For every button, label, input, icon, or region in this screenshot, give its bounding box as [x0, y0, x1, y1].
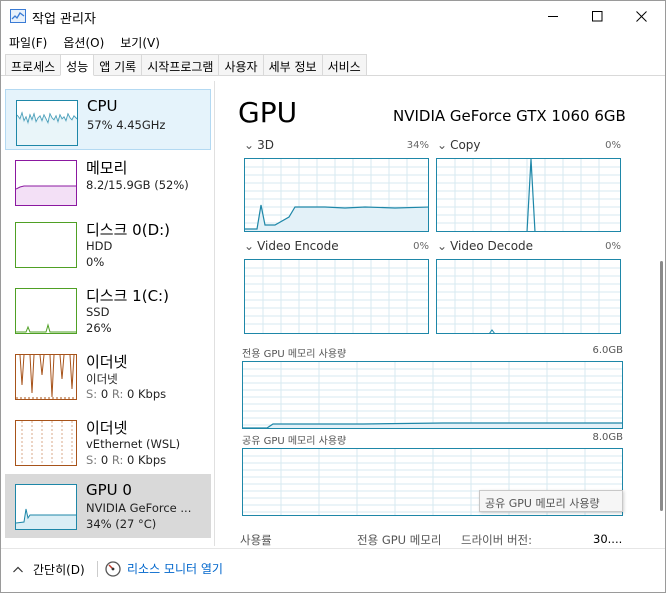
gpu0-usage: 34% (27 °C)	[86, 517, 157, 531]
maximize-icon	[591, 10, 602, 21]
engine-3d-pct: 34%	[406, 140, 429, 151]
resource-monitor-icon	[105, 560, 121, 577]
window-title: 작업 관리자	[32, 12, 96, 27]
sidebar-item-memory[interactable]: 메모리 8.2/15.9GB (52%)	[5, 150, 211, 211]
tab-bar: 프로세스 성능 앱 기록 시작프로그램 사용자 세부 정보 서비스	[1, 54, 665, 76]
chevron-up-icon	[13, 566, 23, 573]
engine-video-decode-pct: 0%	[605, 241, 621, 252]
vethernet-label: 이더넷	[86, 419, 128, 437]
tab-users[interactable]: 사용자	[218, 54, 264, 75]
title-bar[interactable]: 작업 관리자	[1, 1, 665, 31]
engine-video-encode-graph	[244, 259, 429, 334]
disk1-thumbnail-graph	[15, 288, 77, 334]
ethernet-thumbnail-graph	[15, 354, 77, 400]
menu-options[interactable]: 옵션(O)	[55, 31, 112, 53]
fewer-details-button[interactable]: 간단히(D)	[13, 561, 85, 578]
engine-3d-selector[interactable]: ⌄ 3D	[244, 138, 274, 152]
menu-file[interactable]: 파일(F)	[1, 31, 55, 53]
sidebar-item-ethernet[interactable]: 이더넷 이더넷 S: 0 R: 0 Kbps	[5, 344, 211, 405]
dedicated-memory-max: 6.0GB	[592, 345, 623, 356]
stat-dedicated-memory-label: 전용 GPU 메모리	[357, 533, 442, 547]
footer-separator	[97, 561, 98, 577]
disk1-usage: 26%	[86, 321, 112, 335]
memory-label: 메모리	[86, 159, 128, 177]
detail-scrollbar[interactable]	[658, 81, 664, 546]
menu-view[interactable]: 보기(V)	[112, 31, 168, 53]
minimize-button[interactable]	[531, 1, 575, 31]
vethernet-thumbnail-graph	[15, 420, 77, 466]
disk1-type: SSD	[86, 305, 110, 319]
sidebar-item-disk0[interactable]: 디스크 0(D:) HDD 0%	[5, 212, 211, 273]
engine-3d-graph	[244, 158, 429, 232]
dedicated-memory-graph	[242, 361, 623, 429]
ethernet-adapter-name: 이더넷	[86, 372, 118, 386]
memory-usage-value: 8.2/15.9GB (52%)	[86, 178, 189, 192]
disk1-label: 디스크 1(C:)	[86, 287, 169, 305]
scrollbar-thumb[interactable]	[660, 261, 663, 511]
engine-video-encode-pct: 0%	[413, 241, 429, 252]
sidebar-item-vethernet[interactable]: 이더넷 vEthernet (WSL) S: 0 R: 0 Kbps	[5, 410, 211, 471]
footer-bar: 간단히(D) 리소스 모니터 열기	[1, 548, 665, 592]
tab-processes[interactable]: 프로세스	[5, 54, 62, 75]
gpu0-thumbnail-graph	[15, 484, 77, 530]
sidebar-item-gpu0[interactable]: GPU 0 NVIDIA GeForce ... 34% (27 °C)	[5, 474, 211, 538]
disk0-usage: 0%	[86, 255, 105, 269]
vethernet-adapter-name: vEthernet (WSL)	[86, 437, 181, 451]
ethernet-label: 이더넷	[86, 353, 128, 371]
ethernet-throughput: S: 0 R: 0 Kbps	[86, 387, 167, 401]
engine-video-encode-selector[interactable]: ⌄ Video Encode	[244, 239, 339, 253]
sidebar-item-cpu[interactable]: CPU 57% 4.45GHz	[5, 89, 211, 150]
disk0-label: 디스크 0(D:)	[86, 221, 171, 239]
sidebar-divider	[214, 81, 215, 546]
maximize-button[interactable]	[575, 1, 619, 31]
detail-title: GPU	[238, 96, 298, 129]
stat-utilization-label: 사용률	[240, 533, 272, 547]
fewer-details-label: 간단히(D)	[33, 563, 85, 577]
task-manager-app-icon	[10, 9, 26, 23]
stat-driver-version-value: 30....	[593, 532, 623, 546]
dedicated-memory-label: 전용 GPU 메모리 사용량	[242, 349, 347, 360]
stat-driver-version-label: 드라이버 버전:	[461, 533, 533, 547]
engine-copy-selector[interactable]: ⌄ Copy	[437, 138, 481, 152]
open-resource-monitor-link[interactable]: 리소스 모니터 열기	[105, 560, 223, 577]
performance-sidebar: CPU 57% 4.45GHz 메모리 8.2/15.9GB (52%) 디스크…	[1, 81, 214, 546]
tab-startup[interactable]: 시작프로그램	[141, 54, 220, 75]
detail-gpu-model: NVIDIA GeForce GTX 1060 6GB	[393, 107, 626, 125]
shared-memory-max: 8.0GB	[592, 432, 623, 443]
close-button[interactable]	[619, 1, 663, 31]
close-icon	[635, 10, 647, 22]
gpu0-label: GPU 0	[86, 481, 132, 499]
chevron-down-icon: ⌄	[244, 138, 255, 152]
open-resource-monitor-label: 리소스 모니터 열기	[127, 562, 223, 576]
vethernet-throughput: S: 0 R: 0 Kbps	[86, 453, 167, 467]
cpu-usage-value: 57% 4.45GHz	[87, 118, 166, 132]
tab-app-history[interactable]: 앱 기록	[93, 54, 143, 75]
memory-thumbnail-graph	[15, 160, 77, 206]
disk0-thumbnail-graph	[15, 222, 77, 268]
chevron-down-icon: ⌄	[437, 239, 448, 253]
cpu-label: CPU	[87, 97, 118, 115]
chevron-down-icon: ⌄	[244, 239, 255, 253]
engine-video-decode-graph	[436, 259, 621, 334]
tab-services[interactable]: 서비스	[321, 54, 367, 75]
disk0-type: HDD	[86, 239, 113, 253]
sidebar-item-disk1[interactable]: 디스크 1(C:) SSD 26%	[5, 278, 211, 339]
engine-video-decode-selector[interactable]: ⌄ Video Decode	[437, 239, 533, 253]
tab-details[interactable]: 세부 정보	[262, 54, 323, 75]
chevron-down-icon: ⌄	[437, 138, 448, 152]
engine-copy-pct: 0%	[605, 140, 621, 151]
task-manager-window: 작업 관리자 파일(F) 옵션(O) 보기(V) 프로세스 성능 앱 기록 시작…	[0, 0, 666, 593]
cpu-thumbnail-graph	[16, 100, 78, 146]
gpu0-model: NVIDIA GeForce ...	[86, 501, 192, 515]
tab-performance[interactable]: 성능	[60, 54, 95, 76]
minimize-icon	[547, 15, 558, 17]
shared-memory-tooltip: 공유 GPU 메모리 사용량	[479, 490, 623, 512]
shared-memory-label: 공유 GPU 메모리 사용량	[242, 436, 347, 447]
menu-bar: 파일(F) 옵션(O) 보기(V)	[1, 31, 665, 53]
engine-copy-graph	[436, 158, 621, 232]
